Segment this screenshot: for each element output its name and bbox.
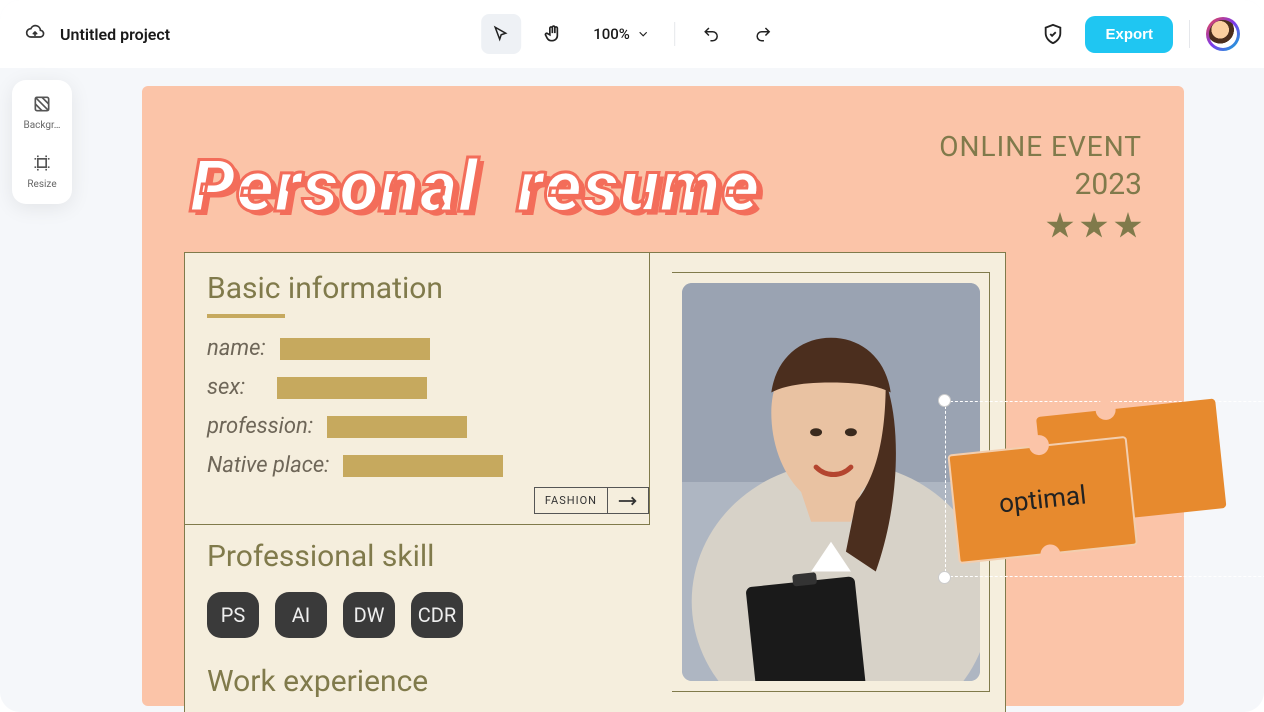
toolbar-divider — [674, 22, 675, 46]
basic-info-section[interactable]: Basic information name: sex: profession: Na… — [185, 253, 650, 525]
skill-badge[interactable]: AI — [275, 592, 327, 638]
event-block[interactable]: ONLINE EVENT 2023 — [939, 130, 1142, 240]
star-icon — [1114, 212, 1142, 240]
field-value-placeholder — [280, 338, 430, 360]
field-row[interactable]: profession: — [207, 414, 627, 439]
title-underline — [207, 314, 285, 318]
main-title[interactable]: Personal resume — [190, 144, 760, 229]
chevron-down-icon — [636, 27, 650, 41]
toolbar-right: Export — [1037, 16, 1240, 53]
selection-handle-top-left[interactable] — [938, 394, 951, 407]
app-frame: Untitled project 100% — [0, 0, 1264, 712]
field-value-placeholder — [277, 377, 427, 399]
top-toolbar: Untitled project 100% — [0, 0, 1264, 68]
toolbar-left: Untitled project — [24, 22, 170, 46]
event-year: 2023 — [939, 167, 1142, 202]
shield-button[interactable] — [1037, 18, 1069, 50]
toolbar-divider — [1189, 20, 1190, 48]
redo-button[interactable] — [743, 14, 783, 54]
field-value-placeholder — [343, 455, 503, 477]
stars-decoration — [939, 212, 1142, 240]
select-tool-button[interactable] — [481, 14, 521, 54]
undo-button[interactable] — [691, 14, 731, 54]
skill-badge[interactable]: PS — [207, 592, 259, 638]
zoom-value: 100% — [593, 25, 630, 43]
hand-tool-button[interactable] — [533, 14, 573, 54]
basic-info-title: Basic information — [207, 271, 627, 306]
field-label: sex: — [207, 375, 263, 400]
canvas-area[interactable]: ONLINE EVENT 2023 Personal resume Basic … — [0, 68, 1264, 712]
zoom-dropdown[interactable]: 100% — [585, 25, 658, 43]
field-label: Native place: — [207, 453, 329, 478]
skill-title: Professional skill — [207, 539, 628, 574]
arrow-right-icon — [608, 488, 648, 513]
skill-badge[interactable]: CDR — [411, 592, 463, 638]
ticket-front: optimal — [947, 436, 1138, 564]
selection-handle-bottom-left[interactable] — [938, 571, 951, 584]
toolbar-center: 100% — [481, 14, 783, 54]
work-experience-title: Work experience — [207, 664, 628, 699]
portrait-photo — [682, 283, 980, 681]
skill-section[interactable]: Professional skill PS AI DW CDR Work experi… — [185, 525, 650, 712]
fashion-tag[interactable]: FASHION — [534, 487, 649, 514]
project-title[interactable]: Untitled project — [60, 25, 170, 44]
export-button[interactable]: Export — [1085, 16, 1173, 53]
field-row[interactable]: sex: — [207, 375, 627, 400]
skill-badges: PS AI DW CDR — [207, 592, 628, 638]
user-avatar[interactable] — [1206, 17, 1240, 51]
star-icon — [1046, 212, 1074, 240]
cloud-icon — [24, 22, 46, 46]
field-label: profession: — [207, 414, 313, 439]
ticket-text: optimal — [998, 480, 1088, 519]
field-label: name: — [207, 336, 266, 361]
field-row[interactable]: name: — [207, 336, 627, 361]
selection-box[interactable]: optimal — [938, 394, 1264, 584]
event-title: ONLINE EVENT — [939, 130, 1142, 163]
fashion-label: FASHION — [535, 488, 608, 513]
field-value-placeholder — [327, 416, 467, 438]
skill-badge[interactable]: DW — [343, 592, 395, 638]
artboard[interactable]: ONLINE EVENT 2023 Personal resume Basic … — [142, 86, 1184, 706]
field-row[interactable]: Native place: — [207, 453, 627, 478]
star-icon — [1080, 212, 1108, 240]
